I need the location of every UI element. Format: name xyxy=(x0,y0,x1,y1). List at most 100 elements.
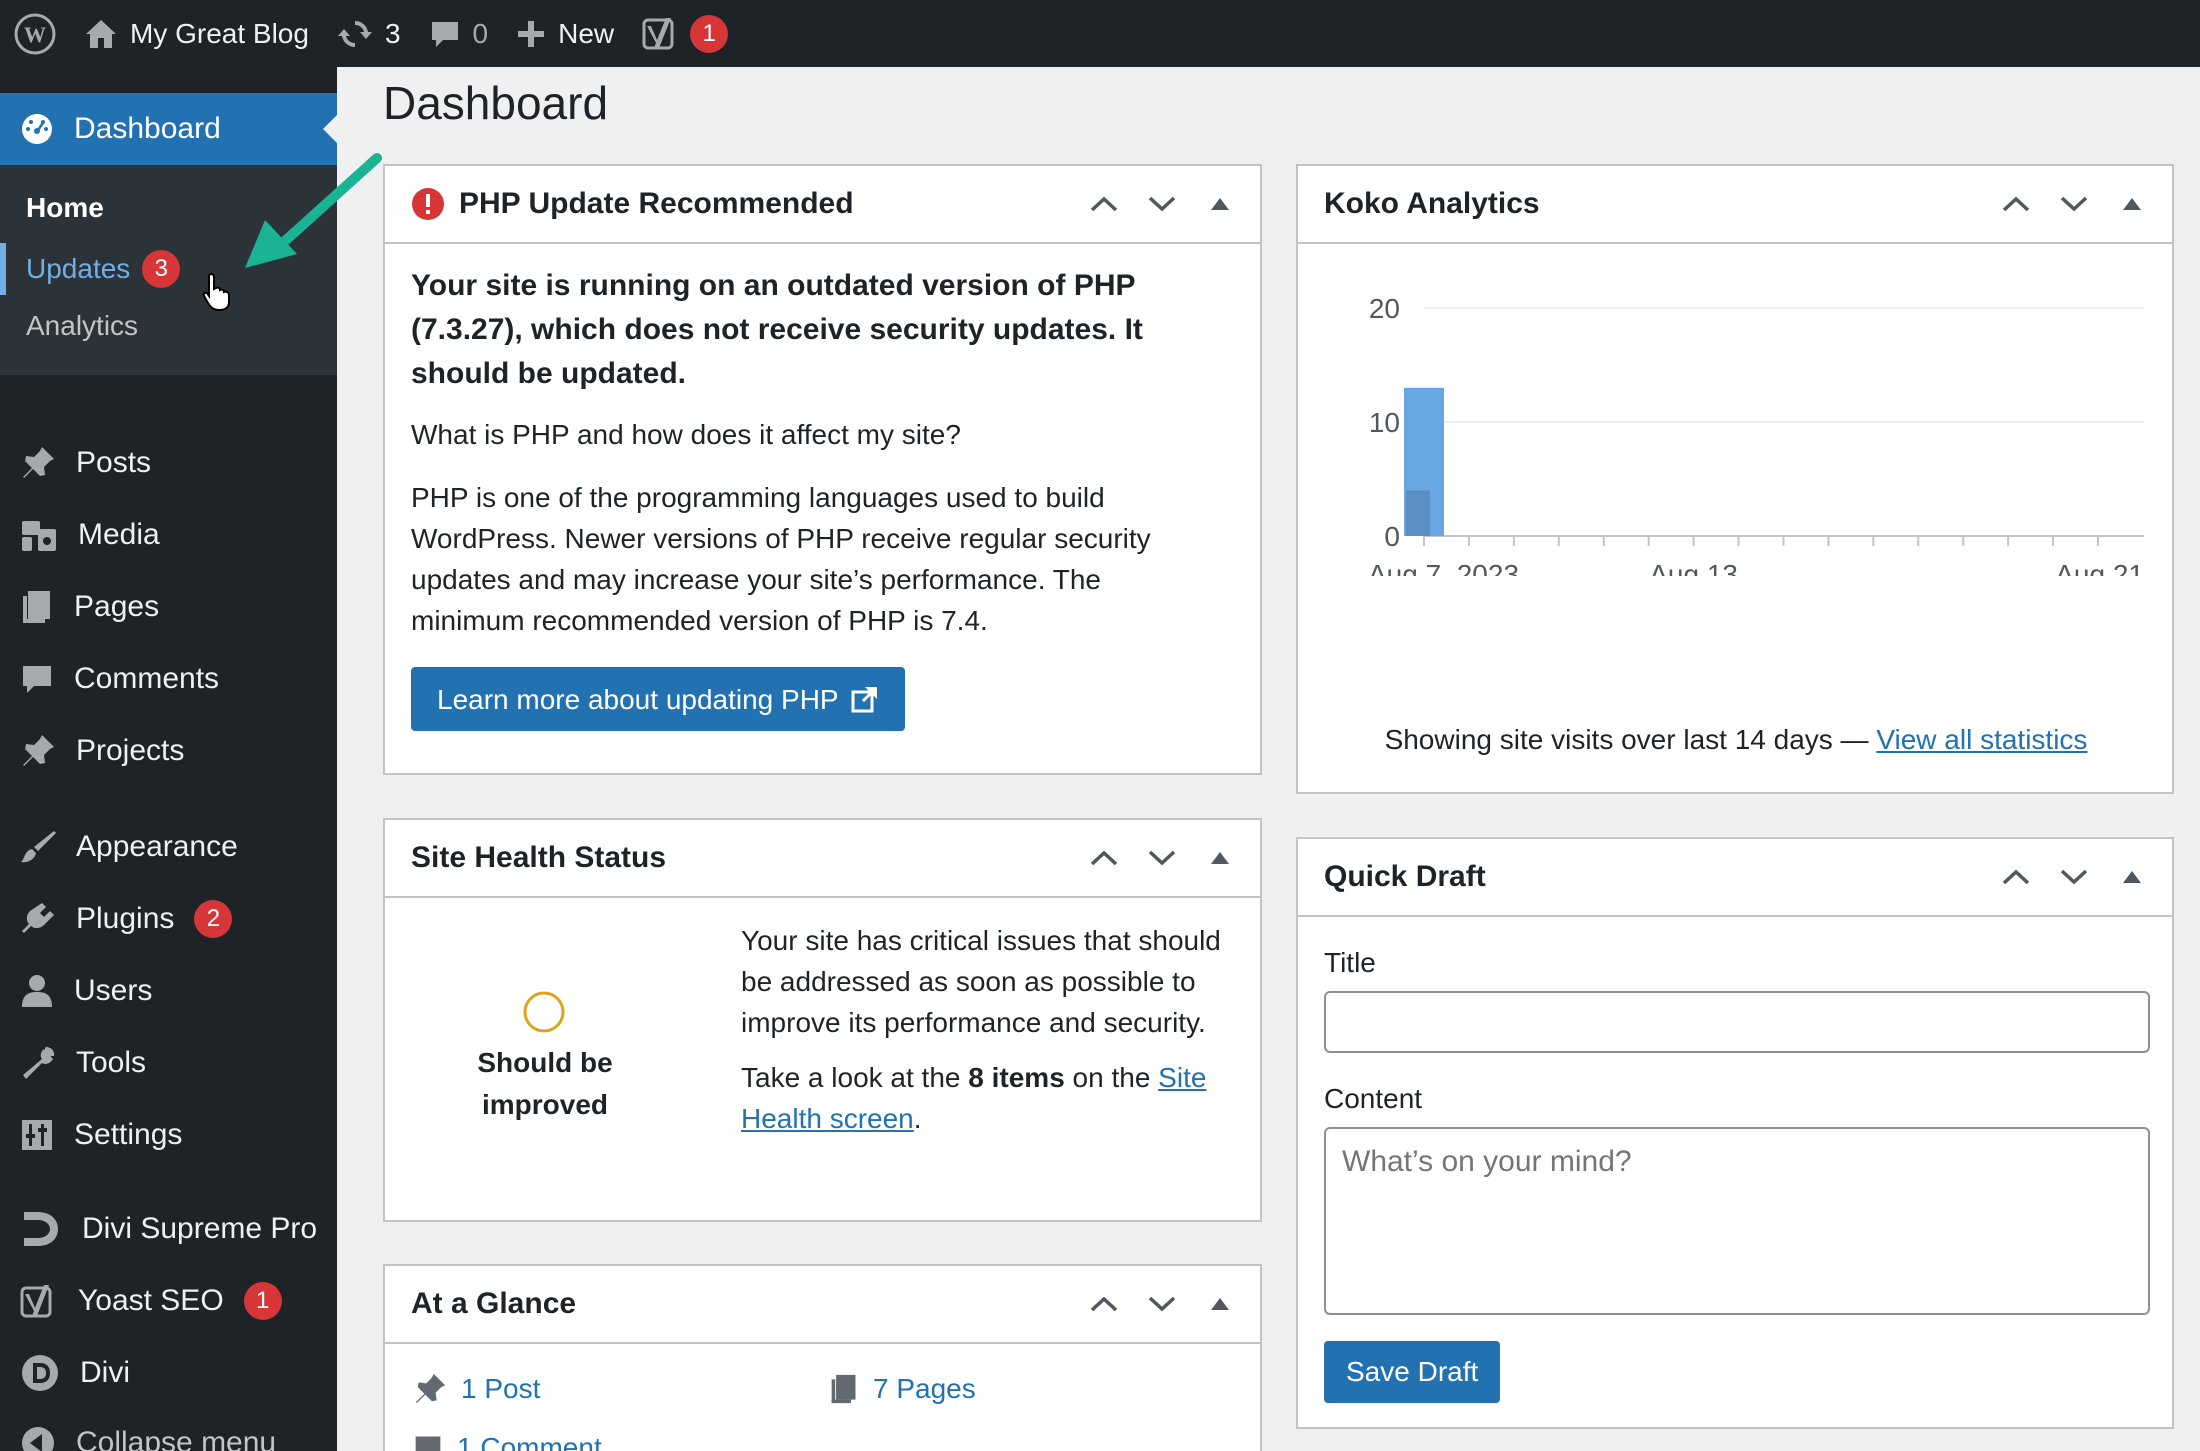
home-icon xyxy=(86,19,116,48)
sidebar-item-posts[interactable]: Posts xyxy=(0,433,337,493)
site-name-link[interactable]: My Great Blog xyxy=(70,0,323,67)
sidebar-item-label: Divi xyxy=(80,1356,130,1389)
divi-supreme-icon xyxy=(24,1212,58,1246)
pages-icon xyxy=(831,1374,856,1404)
sidebar-item-yoast-seo[interactable]: Yoast SEO 1 xyxy=(0,1271,337,1331)
widget-title: PHP Update Recommended xyxy=(459,187,854,220)
yoast-adminbar-link[interactable]: 1 xyxy=(628,0,742,67)
y-tick-label: 20 xyxy=(1369,293,1400,324)
site-health-widget: Site Health Status Should be improved Yo… xyxy=(383,818,1262,1222)
updates-count: 3 xyxy=(384,17,401,49)
triangle-up-icon xyxy=(1211,198,1229,210)
move-up-button[interactable] xyxy=(1088,842,1120,874)
new-label: New xyxy=(558,17,615,49)
yoast-badge: 1 xyxy=(243,1282,282,1320)
move-down-button[interactable] xyxy=(2058,861,2090,893)
settings-icon xyxy=(22,1120,52,1150)
draft-content-textarea[interactable] xyxy=(1324,1127,2150,1315)
collapse-icon xyxy=(22,1427,54,1451)
move-up-button[interactable] xyxy=(2000,188,2032,220)
chevron-up-icon xyxy=(1090,850,1118,866)
toggle-panel-button[interactable] xyxy=(2116,188,2148,220)
draft-title-input[interactable] xyxy=(1324,991,2150,1053)
at-a-glance-widget: At a Glance 1 Post 7 Pages 1 Comment xyxy=(383,1264,1262,1451)
glance-label: 1 Comment xyxy=(457,1432,602,1451)
updates-link[interactable]: 3 xyxy=(323,0,415,67)
wordpress-menu[interactable]: W xyxy=(0,0,70,67)
widget-header: PHP Update Recommended xyxy=(385,166,1260,244)
chevron-up-icon xyxy=(1090,1296,1118,1312)
learn-more-php-button[interactable]: Learn more about updating PHP xyxy=(411,667,905,731)
chevron-down-icon xyxy=(1148,850,1176,866)
updates-icon xyxy=(337,20,372,47)
site-name: My Great Blog xyxy=(130,17,309,49)
move-up-button[interactable] xyxy=(1088,1288,1120,1320)
yoast-notification-badge: 1 xyxy=(690,14,729,53)
external-link-icon xyxy=(851,687,877,713)
glance-comments-link[interactable]: 1 Comment xyxy=(413,1432,602,1451)
annotation-arrow-icon xyxy=(245,153,382,268)
sidebar-item-divi[interactable]: Divi xyxy=(0,1343,337,1403)
active-indicator xyxy=(0,243,6,295)
submenu-label: Updates xyxy=(26,253,131,284)
divi-icon xyxy=(22,1355,58,1391)
sidebar-item-projects[interactable]: Projects xyxy=(0,721,337,781)
health-status-label: Should be improved xyxy=(477,1047,613,1120)
sidebar-item-label: Divi Supreme Pro xyxy=(82,1212,318,1245)
move-up-button[interactable] xyxy=(1088,188,1120,220)
widget-title: Quick Draft xyxy=(1324,860,1486,893)
php-question-text: What is PHP and how does it affect my si… xyxy=(411,419,961,450)
page-title: Dashboard xyxy=(383,77,609,129)
sidebar-item-appearance[interactable]: Appearance xyxy=(0,817,337,877)
content-label: Content xyxy=(1324,1083,1423,1114)
sidebar-item-users[interactable]: Users xyxy=(0,961,337,1021)
sidebar-item-label: Media xyxy=(78,518,160,551)
save-draft-button[interactable]: Save Draft xyxy=(1324,1341,1501,1403)
sidebar-item-media[interactable]: Media xyxy=(0,505,337,565)
chevron-down-icon xyxy=(1148,196,1176,212)
glance-pages-link[interactable]: 7 Pages xyxy=(829,1372,976,1406)
toggle-panel-button[interactable] xyxy=(1204,188,1236,220)
submenu-item-updates[interactable]: Updates 3 xyxy=(26,250,181,288)
text-segment: . xyxy=(913,1103,922,1134)
koko-analytics-widget: Koko Analytics 0 10 20 Aug 7, 2023 Aug 13 Aug… xyxy=(1296,164,2174,794)
submenu-label: Analytics xyxy=(26,310,139,341)
sidebar-item-comments[interactable]: Comments xyxy=(0,649,337,709)
pages-icon xyxy=(23,591,50,623)
chart-footer-text: Showing site visits over last 14 days — xyxy=(1384,724,1877,755)
glance-label: 7 Pages xyxy=(873,1373,976,1404)
toggle-panel-button[interactable] xyxy=(1204,842,1236,874)
yoast-icon xyxy=(642,17,674,49)
widget-title: Site Health Status xyxy=(411,841,667,874)
comments-link[interactable]: 0 xyxy=(415,0,503,67)
collapse-menu-button[interactable]: Collapse menu xyxy=(0,1413,337,1451)
sidebar-item-label: Collapse menu xyxy=(76,1426,277,1451)
toggle-panel-button[interactable] xyxy=(1204,1288,1236,1320)
move-down-button[interactable] xyxy=(1146,1288,1178,1320)
sidebar-item-tools[interactable]: Tools xyxy=(0,1033,337,1093)
submenu-item-analytics[interactable]: Analytics xyxy=(26,310,138,342)
submenu-item-home[interactable]: Home xyxy=(26,192,104,224)
sidebar-item-divi-supreme-pro[interactable]: Divi Supreme Pro xyxy=(0,1199,337,1259)
x-tick-label: Aug 21 xyxy=(2055,559,2144,576)
move-down-button[interactable] xyxy=(1146,188,1178,220)
dashboard-icon xyxy=(22,114,52,144)
sidebar-item-pages[interactable]: Pages xyxy=(0,577,337,637)
move-up-button[interactable] xyxy=(2000,861,2032,893)
sidebar-item-label: Plugins xyxy=(76,902,175,935)
items-count: 8 items xyxy=(968,1062,1065,1093)
new-content-link[interactable]: New xyxy=(502,0,628,67)
visits-chart: 0 10 20 Aug 7, 2023 Aug 13 Aug 21 xyxy=(1368,293,2144,590)
glance-label: 1 Post xyxy=(461,1373,541,1404)
toggle-panel-button[interactable] xyxy=(2116,861,2148,893)
move-down-button[interactable] xyxy=(2058,188,2090,220)
text-segment: on the xyxy=(1064,1062,1159,1093)
sidebar-item-plugins[interactable]: Plugins 2 xyxy=(0,889,337,949)
move-down-button[interactable] xyxy=(1146,842,1178,874)
comments-icon xyxy=(415,1436,441,1451)
glance-posts-link[interactable]: 1 Post xyxy=(413,1372,540,1406)
view-all-statistics-link[interactable]: View all statistics xyxy=(1876,724,2087,755)
sidebar-item-settings[interactable]: Settings xyxy=(0,1105,337,1165)
x-tick-label: Aug 7, 2023 xyxy=(1368,559,1519,576)
chevron-up-icon xyxy=(2002,196,2030,212)
